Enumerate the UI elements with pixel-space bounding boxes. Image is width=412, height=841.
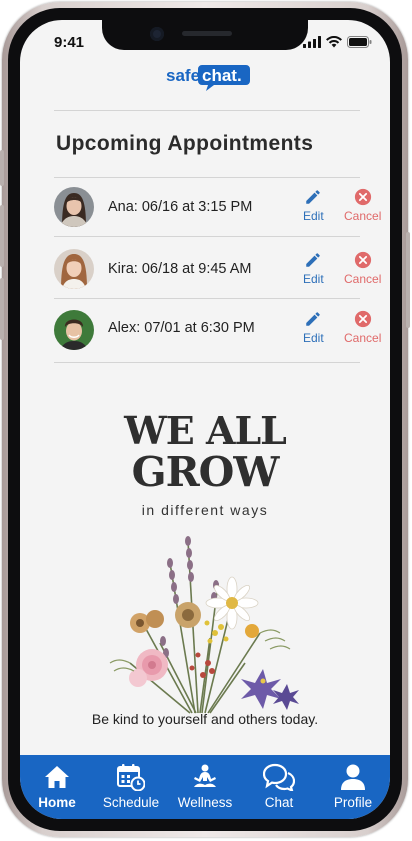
tab-label: Schedule xyxy=(102,795,160,810)
poster-caption: Be kind to yourself and others today. xyxy=(91,711,319,727)
meditation-icon xyxy=(194,764,216,787)
avatar xyxy=(54,249,94,289)
wildflower-bouquet-illustration xyxy=(109,536,299,714)
appointment-row: Kira: 06/18 at 9:45 AM Edit Cancel xyxy=(54,239,381,297)
tab-schedule[interactable]: Schedule xyxy=(96,761,166,810)
tab-label: Wellness xyxy=(177,795,233,810)
appointment-text: Ana: 06/16 at 3:15 PM xyxy=(108,199,253,215)
pencil-icon xyxy=(306,253,321,267)
tab-wellness[interactable]: Wellness xyxy=(170,761,240,810)
cancel-label: Cancel xyxy=(344,272,382,286)
edit-button[interactable]: Edit xyxy=(303,188,324,223)
avatar xyxy=(54,187,94,227)
side-button xyxy=(406,232,410,328)
divider xyxy=(54,236,360,237)
status-time: 9:41 xyxy=(54,34,85,51)
wifi-icon xyxy=(326,36,342,48)
battery-icon xyxy=(347,36,372,48)
person-icon xyxy=(341,764,365,790)
poster-headline-line2: GROW xyxy=(131,448,280,496)
edit-label: Edit xyxy=(303,331,324,345)
tab-label: Profile xyxy=(333,795,373,810)
safechat-logo: safe chat. xyxy=(166,62,250,92)
pencil-icon xyxy=(306,312,321,326)
bottom-tab-bar: Home Schedule Wellness Chat Profile xyxy=(20,755,390,819)
appointment-row: Alex: 07/01 at 6:30 PM Edit Cancel xyxy=(54,300,381,358)
divider xyxy=(54,110,360,111)
edit-label: Edit xyxy=(303,209,324,223)
poster-subtitle: in different ways xyxy=(141,502,269,518)
edit-button[interactable]: Edit xyxy=(303,251,324,286)
avatar xyxy=(54,310,94,350)
tab-chat[interactable]: Chat xyxy=(244,761,314,810)
cancel-label: Cancel xyxy=(344,209,382,223)
cancel-circle-icon xyxy=(354,251,371,269)
page-title: Upcoming Appointments xyxy=(56,132,314,155)
edit-button[interactable]: Edit xyxy=(303,310,324,345)
poster-headline-line1: WE ALL xyxy=(124,408,287,453)
pencil-icon xyxy=(306,190,321,204)
cancel-label: Cancel xyxy=(344,331,382,345)
cancel-button[interactable]: Cancel xyxy=(344,251,381,286)
tab-label: Home xyxy=(38,795,76,810)
appointment-text: Kira: 06/18 at 9:45 AM xyxy=(108,261,252,277)
speaker xyxy=(182,31,232,36)
cancel-button[interactable]: Cancel xyxy=(344,188,381,223)
calendar-icon xyxy=(117,764,145,791)
chat-bubbles-icon xyxy=(263,763,295,791)
camera xyxy=(150,27,164,41)
notch xyxy=(102,20,308,50)
cancel-circle-icon xyxy=(354,188,371,206)
appointment-row: Ana: 06/16 at 3:15 PM Edit Cancel xyxy=(54,178,381,236)
tab-profile[interactable]: Profile xyxy=(318,761,388,810)
signal-icon xyxy=(303,36,321,48)
home-icon xyxy=(45,766,69,788)
logo-text-safe: safe xyxy=(166,66,200,85)
app-screen: 9:41 safe chat. Upcoming Appointments An… xyxy=(20,20,390,819)
tab-home[interactable]: Home xyxy=(22,761,92,810)
status-icons xyxy=(303,36,372,48)
divider xyxy=(54,362,360,363)
tab-label: Chat xyxy=(264,795,294,810)
cancel-button[interactable]: Cancel xyxy=(344,310,381,345)
side-button xyxy=(0,278,4,340)
cancel-circle-icon xyxy=(354,310,371,328)
motivational-poster: WE ALL GROW in different ways Be kind to… xyxy=(20,405,390,735)
logo-text-chat: chat. xyxy=(202,66,242,85)
side-button xyxy=(0,150,4,186)
edit-label: Edit xyxy=(303,272,324,286)
appointment-text: Alex: 07/01 at 6:30 PM xyxy=(108,320,255,336)
side-button xyxy=(0,205,4,267)
divider xyxy=(54,298,360,299)
